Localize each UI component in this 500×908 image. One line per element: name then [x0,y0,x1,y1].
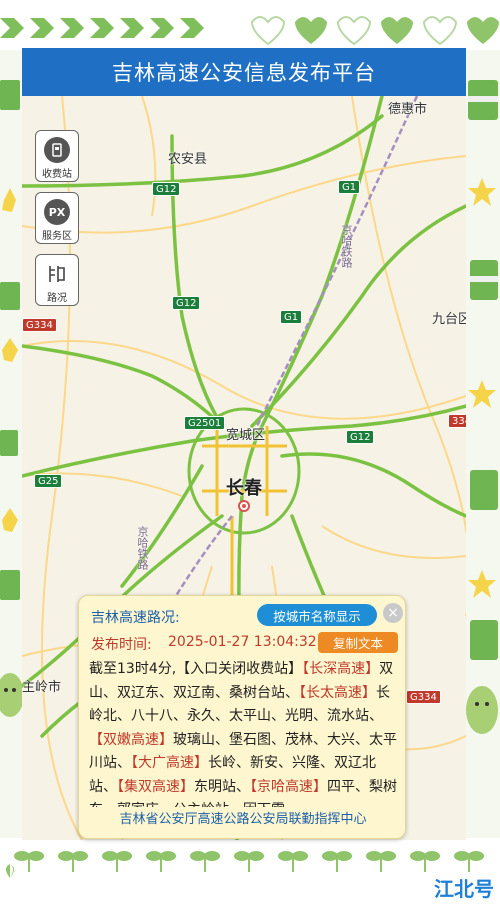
publish-time-value: 2025-01-27 13:04:32 [168,634,317,650]
route-shield: G12 [346,430,375,444]
route-shield: G334 [406,690,441,704]
city-label: 德惠市 [388,102,428,117]
report-intro: 截至13时4分,【入口关闭收费站】 [89,661,303,677]
route-shield: G1 [338,180,361,194]
watermark: 江北号 [434,877,494,901]
decorative-bottom-border [0,838,500,908]
report-stations: 东明站、 [194,778,250,795]
show-by-city-label: 按城市名称显示 [273,608,361,624]
page-title-bar: 吉林高速公安信息发布平台 [22,48,466,96]
city-label: 农安县 [168,152,208,167]
route-shield: G12 [152,182,181,196]
decorative-right-border [464,50,500,840]
road-condition-label: 路况 [47,293,67,304]
toll-station-button[interactable]: 收费站 [35,130,79,182]
route-shield: G2501 [184,416,226,430]
city-label-changchun: 长春 [226,478,262,499]
route-shield: G12 [172,296,201,310]
show-by-city-button[interactable]: 按城市名称显示 [257,604,377,626]
copy-text-label: 复制文本 [332,636,383,651]
railway-label: 京哈铁路 [136,526,149,570]
road-condition-button[interactable]: 路况 [35,254,79,306]
service-area-button[interactable]: PX 服务区 [35,192,79,244]
report-highway: 【长太高速】 [299,684,376,701]
railway-label: 京哈铁路 [340,224,353,268]
report-highway: 【长深高速】 [302,661,380,677]
toll-station-label: 收费站 [42,169,72,180]
city-label: 九台区 [432,312,466,327]
toll-station-icon [44,137,70,163]
report-highway: 【京哈高速】 [250,778,327,795]
city-label: 宽城区 [226,428,266,443]
report-highway: 【大广高速】 [131,755,208,771]
copy-text-button[interactable]: 复制文本 [318,632,398,653]
road-status-report: 截至13时4分,【入口关闭收费站】【长深高速】双山、双辽东、双辽南、桑树台站、【… [89,658,399,807]
route-shield: G25 [34,474,63,488]
route-shield: G1 [280,310,303,324]
city-label: 主岭市 [22,680,62,695]
route-shield: 334 [448,414,466,428]
report-highway: 【集双高速】 [117,778,194,795]
close-icon[interactable]: × [383,603,403,623]
report-highway: 【双嫩高速】 [89,731,173,748]
road-condition-icon [44,261,70,287]
road-status-panel: 吉林高速路况: 按城市名称显示 × 发布时间: 2025-01-27 13:04… [78,595,406,839]
decorative-left-border [0,50,24,840]
service-area-icon: PX [44,199,70,225]
panel-title: 吉林高速路况: [91,610,180,626]
route-shield: G334 [22,318,57,332]
panel-footer: 吉林省公安厅高速公路公安局联勤指挥中心 [119,812,367,827]
decorative-top-border [0,0,500,50]
publish-time-label: 发布时间: [91,637,152,653]
page-title: 吉林高速公安信息发布平台 [112,61,376,85]
service-area-label: 服务区 [42,231,72,242]
